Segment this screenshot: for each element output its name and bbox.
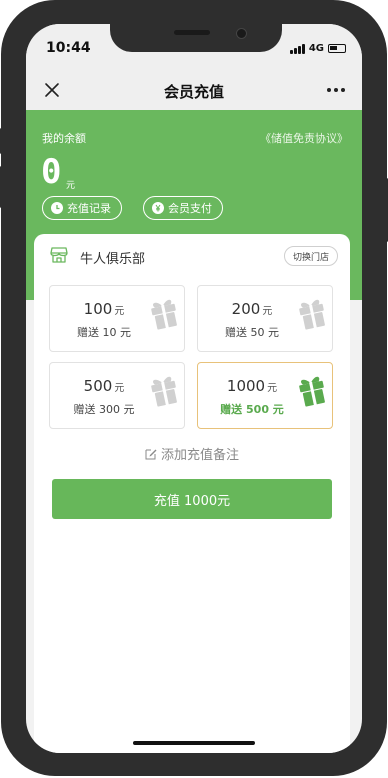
option-bonus: 赠送 500 元	[220, 403, 284, 416]
recharge-option-1000[interactable]: 1000 元 赠送 500 元	[197, 362, 333, 429]
balance-value: 0	[41, 152, 62, 192]
add-note-label: 添加充值备注	[160, 448, 239, 463]
signal-icon	[289, 43, 305, 54]
status-time: 10:44	[46, 40, 91, 56]
option-amount: 100	[83, 300, 113, 318]
option-unit: 元	[262, 306, 273, 317]
add-note-button[interactable]: 添加充值备注	[34, 444, 350, 463]
recharge-option-100[interactable]: 100 元 赠送 10 元	[49, 285, 185, 352]
side-button	[0, 128, 3, 154]
network-type: 4G	[308, 43, 324, 54]
option-bonus: 赠送 10 元	[77, 326, 131, 339]
member-pay-button[interactable]: 会员支付	[143, 196, 223, 220]
battery-icon	[328, 44, 346, 53]
member-pay-label: 会员支付	[168, 202, 212, 215]
switch-store-button[interactable]: 切换门店	[283, 246, 338, 266]
option-unit: 元	[114, 306, 125, 317]
store-icon	[50, 247, 68, 263]
side-button	[0, 166, 3, 208]
option-amount: 200	[231, 300, 261, 318]
gift-icon	[299, 299, 325, 330]
option-unit: 元	[267, 383, 278, 394]
speaker	[174, 30, 210, 35]
nav-bar: 会员充值	[26, 72, 362, 110]
option-bonus: 赠送 300 元	[73, 403, 135, 416]
home-indicator	[133, 741, 255, 745]
option-unit: 元	[114, 383, 125, 394]
gift-icon	[151, 376, 177, 407]
recharge-option-500[interactable]: 500 元 赠送 300 元	[49, 362, 185, 429]
recharge-button[interactable]: 充值 1000元	[52, 479, 332, 519]
screen: 10:44 4G 会员充值 我的余额 《储值免责协议》 0 元 充值记录 会员支…	[26, 24, 362, 753]
recharge-history-label: 充值记录	[67, 202, 111, 215]
camera	[236, 28, 247, 39]
option-amount: 500	[83, 377, 113, 395]
balance-unit: 元	[66, 181, 76, 191]
option-amount: 1000	[226, 377, 266, 395]
recharge-option-200[interactable]: 200 元 赠送 50 元	[197, 285, 333, 352]
agreement-link[interactable]: 《储值免责协议》	[260, 130, 348, 146]
store-name: 牛人俱乐部	[80, 252, 146, 267]
more-icon[interactable]	[324, 80, 348, 100]
option-bonus: 赠送 50 元	[225, 326, 279, 339]
notch	[110, 24, 282, 52]
gift-icon	[299, 376, 325, 407]
balance-label: 我的余额	[42, 132, 86, 145]
page-title: 会员充值	[163, 83, 224, 101]
recharge-history-button[interactable]: 充值记录	[42, 196, 122, 220]
clock-icon	[51, 202, 63, 214]
gift-icon	[151, 299, 177, 330]
recharge-card: 牛人俱乐部 切换门店 100 元 赠送 10 元 200 元 赠送 50 元 5…	[34, 234, 350, 753]
yuan-icon	[152, 202, 164, 214]
edit-icon	[145, 449, 157, 460]
